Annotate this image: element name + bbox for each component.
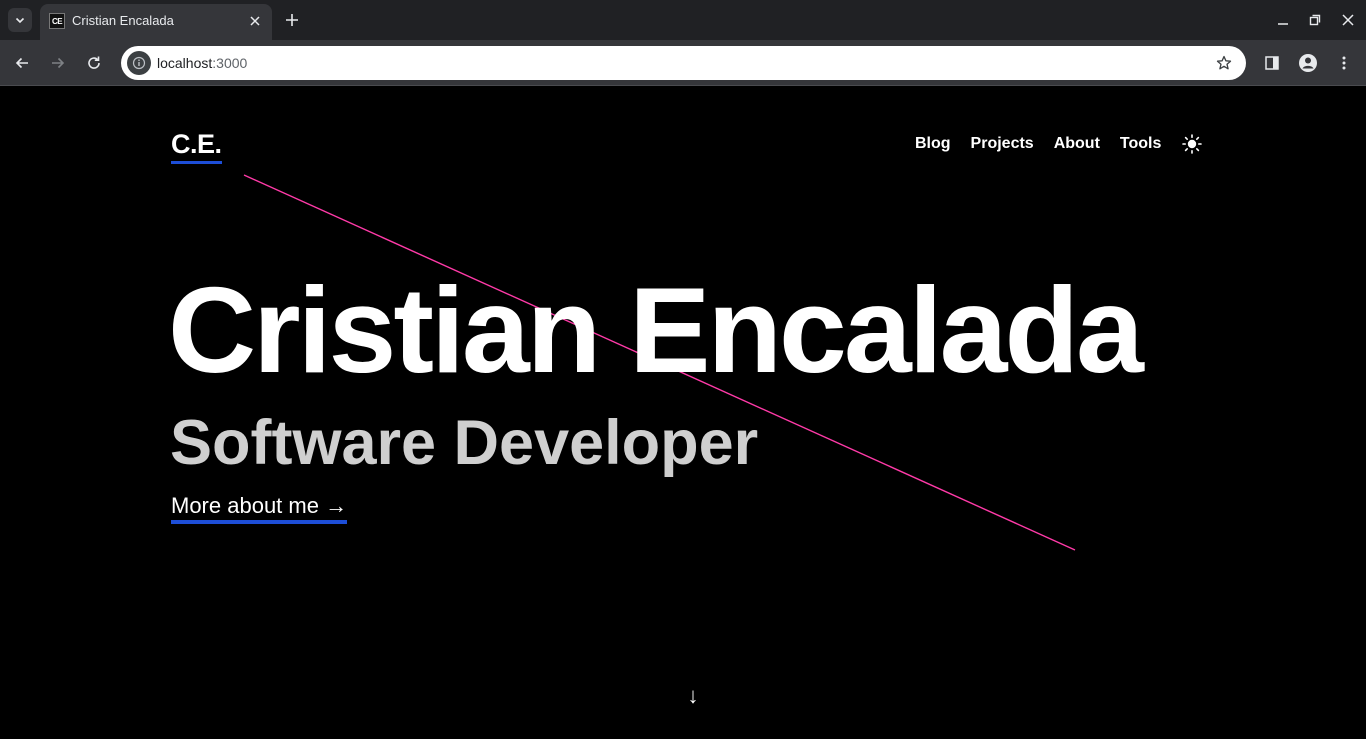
new-tab-button[interactable] <box>282 10 302 30</box>
profile-icon <box>1299 54 1317 72</box>
tab-favicon: CE <box>49 13 65 29</box>
nav-link-blog[interactable]: Blog <box>915 134 951 154</box>
site-logo-link[interactable]: C.E. <box>171 127 222 164</box>
browser-toolbar: localhost:3000 <box>0 40 1366 86</box>
star-icon <box>1216 55 1232 70</box>
reload-icon <box>88 56 100 69</box>
tab-title: Cristian Encalada <box>72 13 174 28</box>
theme-toggle-button[interactable] <box>1181 133 1203 155</box>
kebab-menu-icon <box>1342 56 1346 70</box>
tab-close-button[interactable] <box>246 12 264 30</box>
url-text: localhost:3000 <box>157 54 247 72</box>
url-host: localhost <box>157 55 213 71</box>
site-nav: Blog Projects About Tools <box>915 133 1203 155</box>
arrow-left-icon <box>15 57 28 69</box>
minimize-icon <box>1278 23 1288 25</box>
close-icon <box>1342 14 1354 26</box>
chevron-down-icon <box>15 17 25 24</box>
reload-button[interactable] <box>80 49 108 77</box>
close-icon <box>250 16 260 26</box>
info-icon <box>132 56 146 70</box>
side-panel-icon <box>1265 56 1279 70</box>
nav-link-about[interactable]: About <box>1054 134 1100 154</box>
nav-link-projects[interactable]: Projects <box>971 134 1034 154</box>
hero-role-subtitle: Software Developer <box>170 408 759 478</box>
site-info-button[interactable] <box>127 51 151 75</box>
close-window-button[interactable] <box>1334 6 1362 34</box>
browser-menu-button[interactable] <box>1330 49 1358 77</box>
nav-link-tools[interactable]: Tools <box>1120 134 1161 154</box>
sun-icon <box>1182 134 1203 154</box>
tab-list-button[interactable] <box>8 8 32 32</box>
hero-name-heading: Cristian Encalada <box>168 262 1144 398</box>
browser-tab-bar: CE Cristian Encalada <box>0 0 1366 40</box>
restore-button[interactable] <box>1301 6 1329 34</box>
forward-button[interactable] <box>44 49 72 77</box>
url-port: :3000 <box>212 55 248 71</box>
scroll-down-arrow-icon[interactable]: ↓ <box>683 683 703 709</box>
restore-icon <box>1309 14 1321 26</box>
plus-icon <box>286 14 298 26</box>
address-bar[interactable]: localhost:3000 <box>121 46 1246 80</box>
page-viewport: C.E. Blog Projects About Tools Cristian … <box>0 87 1366 739</box>
browser-tab-active[interactable]: CE Cristian Encalada <box>40 4 272 40</box>
arrow-right-icon <box>52 57 65 69</box>
more-about-me-link[interactable]: More about me → <box>171 492 348 524</box>
side-panel-button[interactable] <box>1258 49 1286 77</box>
minimize-button[interactable] <box>1269 6 1297 34</box>
back-button[interactable] <box>8 49 36 77</box>
profile-button[interactable] <box>1294 49 1322 77</box>
bookmark-button[interactable] <box>1212 51 1236 75</box>
